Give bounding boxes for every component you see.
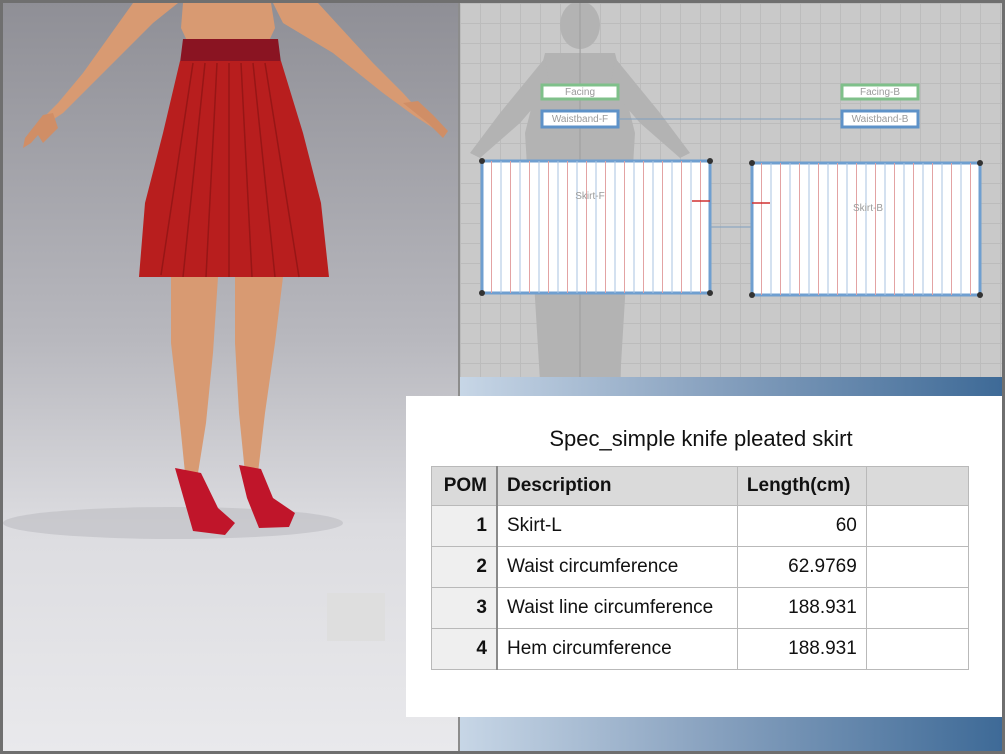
cell-pom: 1 [430,505,498,547]
2d-pattern-window[interactable]: Facing Facing-B Waistband-F Waistband-B … [460,3,1002,381]
column-header-length: Length(cm) [736,466,867,506]
pattern-skirt-b[interactable] [749,160,983,298]
app-frame: Facing Facing-B Waistband-F Waistband-B … [3,3,1002,751]
cell-pom: 2 [430,546,498,588]
cell-length: 188.931 [736,628,867,670]
pattern-canvas: Facing Facing-B Waistband-F Waistband-B … [470,3,983,381]
spec-sheet: Spec_simple knife pleated skirt POM Desc… [406,396,1002,717]
table-row: 1 Skirt-L 60 [430,505,970,547]
cell-description: Hem circumference [496,628,738,670]
cell-description: Waist circumference [496,546,738,588]
3d-viewport[interactable] [3,3,458,751]
table-row: 3 Waist line circumference 188.931 [430,587,970,629]
cell-empty [865,628,970,670]
cell-empty [865,505,970,547]
spec-title: Spec_simple knife pleated skirt [549,426,853,451]
column-header-pom: POM [430,466,498,506]
pattern-label-skirt-f: Skirt-F [575,191,604,202]
table-row: 2 Waist circumference 62.9769 [430,546,970,588]
table-header-row: POM Description Length(cm) [430,466,970,506]
column-header-description: Description [496,466,738,506]
cell-length: 60 [736,505,867,547]
pattern-label-skirt-b: Skirt-B [853,203,883,214]
pattern-label-waistband-b: Waistband-B [852,114,909,125]
cell-description: Skirt-L [496,505,738,547]
cell-length: 188.931 [736,587,867,629]
avatar-render [3,3,448,539]
cell-empty [865,546,970,588]
color-swatch [327,593,385,641]
pattern-label-facing-f: Facing [565,87,595,98]
cell-pom: 4 [430,628,498,670]
table-row: 4 Hem circumference 188.931 [430,628,970,670]
spec-table: POM Description Length(cm) 1 Skirt-L 60 … [430,466,970,670]
sheet-header-band [460,377,1002,397]
cell-empty [865,587,970,629]
waistband-3d [180,39,281,63]
cell-pom: 3 [430,587,498,629]
column-header-empty [865,466,970,506]
cell-description: Waist line circumference [496,587,738,629]
pattern-label-facing-b: Facing-B [860,87,900,98]
sheet-footer-band [460,717,1002,751]
cell-length: 62.9769 [736,546,867,588]
pattern-skirt-f[interactable] [479,158,713,296]
skirt-3d [139,61,329,277]
pattern-label-waistband-f: Waistband-F [552,114,608,125]
